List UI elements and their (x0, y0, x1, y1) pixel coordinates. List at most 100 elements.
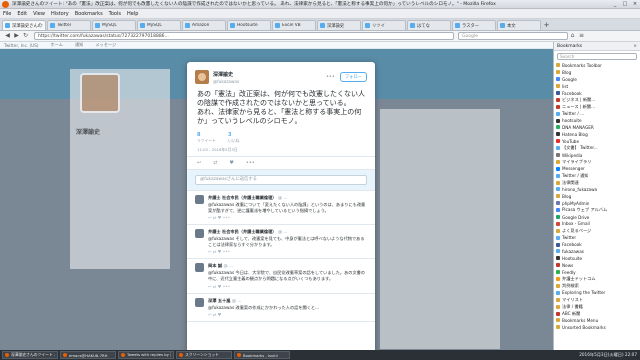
like-icon[interactable]: ♥ (229, 160, 233, 166)
bookmark-item[interactable]: マイライブラリ (556, 158, 640, 165)
search-box[interactable]: Google (458, 32, 568, 40)
tab[interactable]: リツイ (362, 20, 406, 30)
taskbar-item[interactable]: Bookmarks - lsukii (234, 351, 290, 359)
reply-author-name[interactable]: 岡本 誠 (208, 263, 222, 268)
bookmark-item[interactable]: YouTube (556, 138, 640, 145)
reply-input[interactable]: @fukazawasさんに返信する (195, 175, 367, 185)
bookmark-item[interactable]: Feedly (556, 269, 640, 276)
bookmark-item[interactable]: マイリスト (556, 296, 640, 303)
taskbar-item[interactable]: スクリーンショット (176, 351, 232, 359)
reply-item[interactable]: 岡本 誠 @ ... @fukazawas 今日は、大学院で、自民党改憲草案の話を… (187, 259, 375, 294)
bookmark-item[interactable]: Twitter (556, 234, 640, 241)
bookmark-item[interactable]: ビジネス | 新聞... (556, 96, 640, 103)
twitter-nav-item[interactable]: Twitter, Inc. (US) (4, 43, 39, 48)
bookmark-item[interactable]: ニュース | 新聞... (556, 103, 640, 110)
forward-icon[interactable]: ▶ (12, 32, 21, 40)
reply-author-name[interactable]: 弁護士 社会市民（弁護士職業倫理） (208, 195, 276, 200)
bookmark-item[interactable]: News (556, 262, 640, 269)
bookmark-item[interactable]: Wikipedia (556, 152, 640, 159)
tweet-author-name[interactable]: 深澤諭史 (213, 71, 326, 78)
maximize-button[interactable]: □ (620, 1, 630, 7)
bookmark-item[interactable]: 【文書】 Twitter... (556, 145, 640, 152)
tab[interactable]: Hootsuite (227, 20, 271, 30)
taskbar-item[interactable]: Tweets with replies by 深澤諭史 (118, 351, 174, 359)
menu-tools[interactable]: Tools (109, 11, 121, 17)
bookmark-item[interactable]: 判例検索 (556, 283, 640, 290)
bookmark-item[interactable]: phpMyAdmin (556, 200, 640, 207)
bookmark-item[interactable]: hootsuite (556, 117, 640, 124)
sidebar-title[interactable]: Bookmarks (557, 44, 582, 49)
menu-bookmarks[interactable]: Bookmarks (75, 11, 103, 17)
reply-author-name[interactable]: 弁護士 社会市民（弁護士職業倫理） (208, 229, 276, 234)
menu-edit[interactable]: Edit (17, 11, 27, 17)
home-icon[interactable]: ⌂ (568, 32, 577, 40)
minimize-button[interactable]: _ (610, 1, 620, 7)
bookmark-item[interactable]: Hatena Blog (556, 131, 640, 138)
bookmark-item[interactable]: Inbox - Gmail (556, 220, 640, 227)
bookmark-item[interactable]: 弁護士ドットコム (556, 276, 640, 283)
bookmark-item[interactable]: Exploring the Twitter (556, 289, 640, 296)
twitter-nav-item[interactable]: 通知 (75, 42, 83, 48)
bookmark-item[interactable]: Twitter / ... (556, 110, 640, 117)
reply-actions[interactable]: ↩ ⇄ ♥ (208, 312, 367, 317)
twitter-nav-item[interactable]: ホーム (51, 42, 63, 48)
bookmark-item[interactable]: Facebook (556, 90, 640, 97)
bookmark-item[interactable]: 法律関連 (556, 179, 640, 186)
bookmark-item[interactable]: 法律 / 書籍 (556, 303, 640, 310)
tab[interactable]: はてな (407, 20, 451, 30)
bookmark-item[interactable]: Blog (556, 193, 640, 200)
like-stat[interactable]: 3 いいね (228, 132, 239, 144)
tab[interactable]: MySQL (92, 20, 136, 30)
reply-icon[interactable]: ↩ (197, 160, 201, 166)
close-icon[interactable]: × (633, 44, 637, 49)
more-icon[interactable]: ••• (326, 74, 335, 80)
follow-button[interactable]: フォロー (339, 72, 367, 82)
bookmark-item[interactable]: Blog (556, 69, 640, 76)
more-icon[interactable]: ••• (246, 160, 255, 166)
reply-actions[interactable]: ↩ ⇄ ♥ ••• (208, 249, 367, 254)
reply-item[interactable]: 弁護士 社会市民（弁護士職業倫理） @ ... @fukazawas 改憲について… (187, 191, 375, 226)
reply-item[interactable]: 弁護士 社会市民（弁護士職業倫理） @ ... @fukazawas そして、改憲… (187, 225, 375, 260)
tweet-author-handle[interactable]: @fukazawas (213, 79, 326, 84)
bookmark-item[interactable]: Google (556, 76, 640, 83)
reply-actions[interactable]: ↩ ⇄ ♥ ••• (208, 284, 367, 289)
bookmark-item[interactable]: DNA MANAGER (556, 124, 640, 131)
avatar[interactable] (195, 229, 204, 239)
bookmark-item[interactable]: Unsorted Bookmarks (556, 324, 640, 331)
tab[interactable]: 本文 (497, 20, 541, 30)
bookmark-item[interactable]: hirono_fukazawa (556, 186, 640, 193)
menu-help[interactable]: Help (127, 11, 138, 17)
bookmark-item[interactable]: Hootsuite (556, 255, 640, 262)
tab[interactable]: MySQL (137, 20, 181, 30)
avatar[interactable] (195, 297, 204, 307)
retweet-stat[interactable]: 8 リツイート (197, 132, 216, 144)
reply-item[interactable]: 深澤 五十嵐 @ ... @fukazawas 改憲案の作成にかかわった人の話を聞… (187, 294, 375, 323)
menu-icon[interactable]: ≡ (577, 32, 586, 40)
twitter-nav-item[interactable]: メッセージ (95, 42, 116, 48)
sidebar-search-input[interactable]: Search (557, 53, 637, 60)
menu-history[interactable]: History (51, 11, 69, 17)
menu-file[interactable]: File (3, 11, 11, 17)
menu-view[interactable]: View (33, 11, 45, 17)
taskbar-item[interactable]: 深澤諭史さんのツイート - Mozilla (2, 351, 58, 359)
reply-actions[interactable]: ↩ ⇄ ♥ ••• (208, 215, 367, 220)
bookmark-item[interactable]: Twitter / 通知 (556, 172, 640, 179)
close-button[interactable]: × (630, 1, 640, 7)
tab[interactable]: Amazon (182, 20, 226, 30)
tab[interactable]: ラスター (452, 20, 496, 30)
bookmark-item[interactable]: list (556, 83, 640, 90)
tab[interactable]: 深澤諭史さんのツイート (2, 20, 46, 30)
reply-author-name[interactable]: 深澤 五十嵐 (208, 298, 230, 303)
bookmark-item[interactable]: ABC 新聞 (556, 310, 640, 317)
taskbar-item[interactable]: emacs@HAKU8-7RH (60, 351, 116, 359)
avatar[interactable] (195, 263, 204, 273)
new-tab-icon[interactable]: + (542, 21, 551, 30)
reload-icon[interactable]: ↻ (21, 32, 30, 40)
bookmark-item[interactable]: Messenger (556, 165, 640, 172)
bookmark-item[interactable]: Facebook (556, 241, 640, 248)
tab[interactable]: Excel VB (272, 20, 316, 30)
back-icon[interactable]: ◀ (3, 32, 12, 40)
bookmark-item[interactable]: Google Drive (556, 214, 640, 221)
bookmark-item[interactable]: Bookmarks Menu (556, 317, 640, 324)
avatar[interactable] (195, 195, 204, 204)
